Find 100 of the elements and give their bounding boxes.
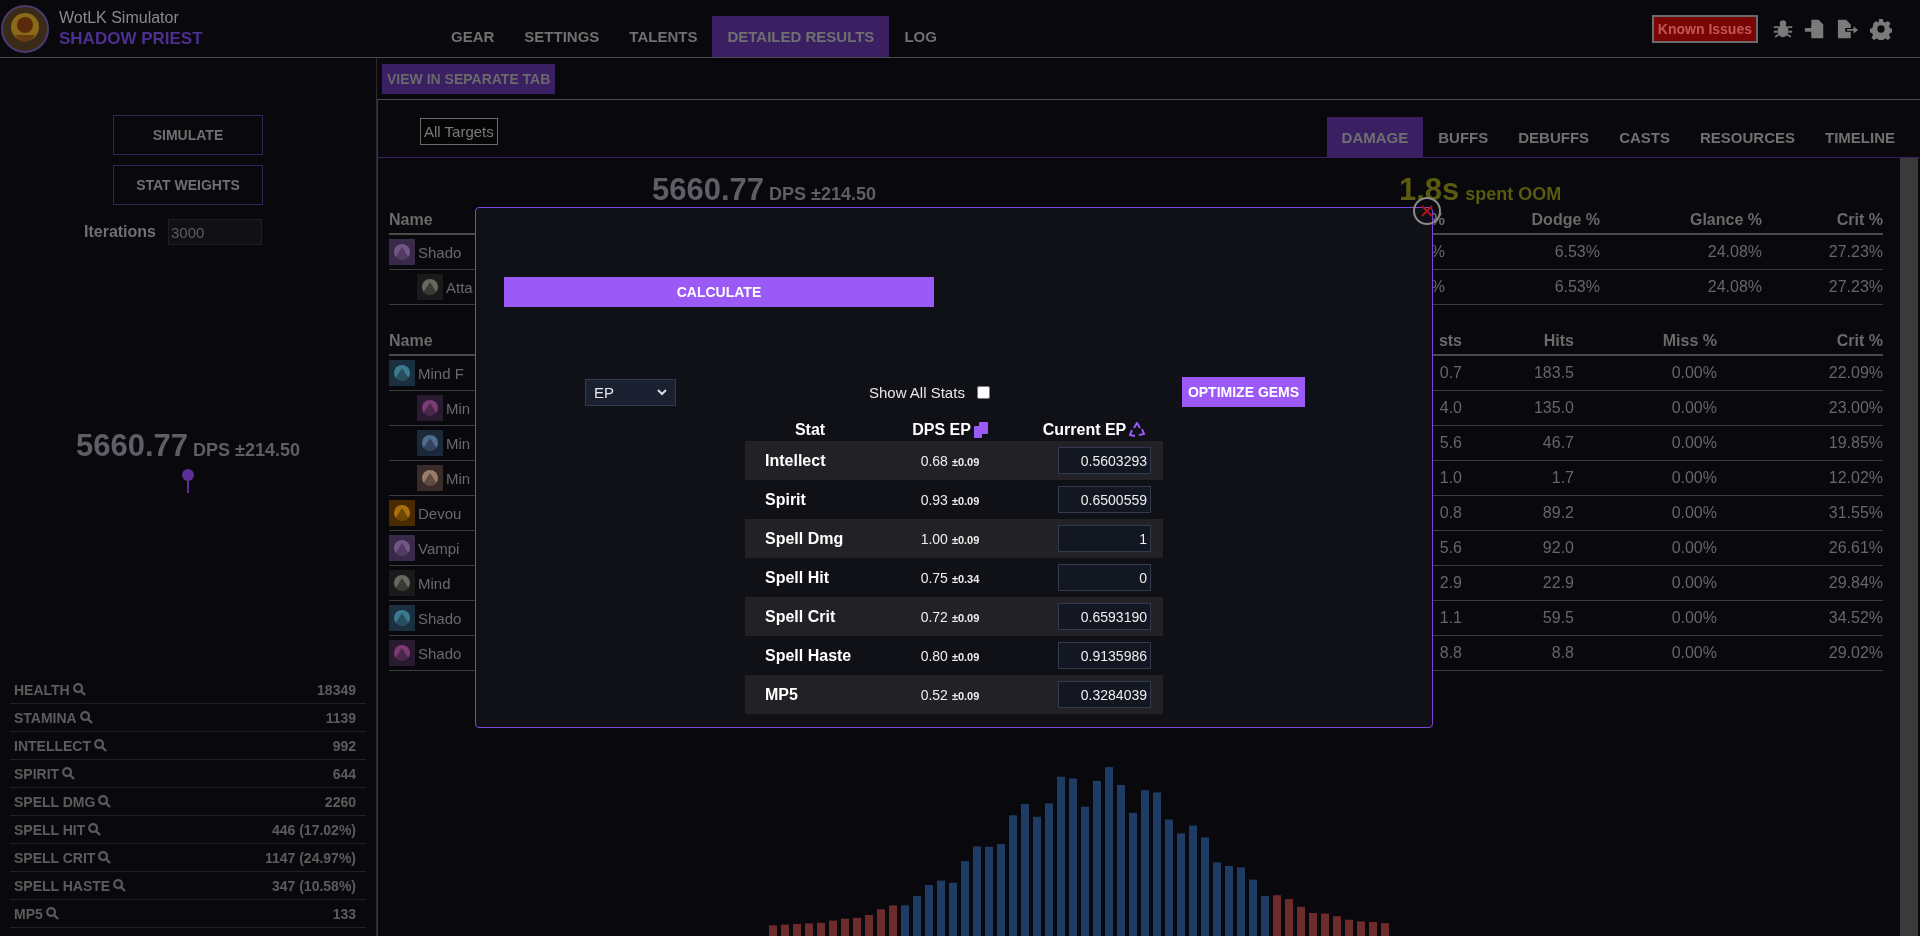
- histogram-bar: [1357, 921, 1365, 936]
- results-tab[interactable]: TIMELINE: [1810, 117, 1910, 157]
- column-header: Stat: [794, 421, 826, 439]
- results-tab[interactable]: DAMAGE: [1326, 117, 1424, 157]
- bug-icon[interactable]: [1772, 17, 1794, 40]
- table-cell-text: 0.00%: [1670, 434, 1717, 452]
- table-cell-text: 0.7: [1438, 364, 1462, 382]
- optimize-gems-button[interactable]: OPTIMIZE GEMS: [1181, 377, 1306, 407]
- current-ep-field[interactable]: 0.3284039: [1058, 681, 1151, 708]
- search-icon[interactable]: [113, 879, 127, 892]
- search-icon[interactable]: [45, 907, 59, 920]
- search-icon[interactable]: [94, 739, 107, 752]
- table-cell-text: 22.09%: [1827, 364, 1883, 382]
- dps-label: DPS ±214.50: [193, 440, 300, 461]
- spell-name: Min: [446, 399, 471, 417]
- table-cell-text: 0.00%: [1670, 574, 1717, 592]
- histogram-bar: [1237, 867, 1245, 936]
- table-cell-text: 5.6: [1438, 434, 1462, 452]
- target-select[interactable]: All Targets: [420, 118, 498, 145]
- column-header: Current EP: [1042, 421, 1127, 439]
- export-icon[interactable]: [1836, 17, 1860, 40]
- histogram-bar: [1297, 906, 1305, 936]
- nav-tab[interactable]: GEAR: [436, 16, 510, 57]
- search-icon[interactable]: [62, 767, 76, 780]
- spell-name: Shado: [418, 644, 462, 662]
- oom-label: spent OOM: [1465, 184, 1562, 205]
- stat-label: SPELL HIT: [14, 821, 86, 838]
- known-issues-button[interactable]: Known Issues: [1651, 14, 1758, 43]
- histogram-bar: [793, 923, 801, 936]
- sidebar-button[interactable]: STAT WEIGHTS: [113, 165, 263, 205]
- table-cell-text: 183.5: [1532, 364, 1574, 382]
- dps-value: 5660.77: [76, 428, 189, 464]
- table-cell-text: 8.8: [1550, 644, 1574, 662]
- results-tab[interactable]: DEBUFFS: [1503, 117, 1605, 157]
- spell-icon: [389, 239, 415, 265]
- current-ep-field[interactable]: 1: [1058, 525, 1151, 552]
- column-header: Dodge %: [1530, 210, 1600, 229]
- results-tab[interactable]: CASTS: [1604, 117, 1685, 157]
- table-cell-text: 92.0: [1541, 539, 1574, 557]
- table-cell-text: 24.08%: [1706, 278, 1762, 296]
- dps-ep-value: 0.75: [920, 569, 948, 586]
- spell-icon: [417, 430, 443, 456]
- table-cell-text: 6.53%: [1553, 278, 1600, 296]
- close-icon: [1420, 204, 1434, 218]
- nav-tab[interactable]: SETTINGS: [509, 16, 615, 57]
- recycle-icon[interactable]: [1129, 422, 1146, 438]
- nav-tab[interactable]: DETAILED RESULTS: [712, 16, 890, 57]
- sidebar-button[interactable]: SIMULATE: [113, 115, 263, 155]
- dps-label: DPS ±214.50: [769, 184, 876, 205]
- dps-ep-error: ±0.09: [951, 533, 980, 546]
- stat-label: Spell Dmg: [764, 529, 845, 548]
- column-header: DPS EP: [912, 421, 971, 439]
- scrollbar[interactable]: [1900, 158, 1918, 936]
- nav-tab[interactable]: TALENTS: [614, 16, 713, 57]
- nav-tab[interactable]: LOG: [889, 16, 952, 57]
- results-tab[interactable]: RESOURCES: [1684, 117, 1810, 157]
- metric-select[interactable]: EP: [585, 378, 676, 406]
- current-ep-field[interactable]: 0.6593190: [1058, 603, 1151, 630]
- search-icon[interactable]: [88, 823, 102, 836]
- copy-icon[interactable]: [973, 422, 988, 438]
- calculate-button[interactable]: CALCULATE: [504, 277, 934, 307]
- show-all-checkbox[interactable]: [976, 385, 990, 399]
- current-ep-field[interactable]: 0.6500559: [1058, 486, 1151, 513]
- spell-name: Devou: [418, 504, 462, 522]
- stat-value: 1139: [325, 709, 356, 726]
- search-icon[interactable]: [79, 711, 93, 724]
- show-all-label: Show All Stats: [869, 383, 965, 401]
- histogram-bar: [1345, 919, 1353, 936]
- histogram-bar: [1273, 895, 1281, 936]
- dps-ep-error: ±0.34: [951, 572, 980, 585]
- results-tab[interactable]: BUFFS: [1423, 117, 1504, 157]
- table-cell-text: 24.08%: [1706, 243, 1762, 261]
- current-ep-field[interactable]: 0.5603293: [1058, 447, 1151, 474]
- dps-ep-value: 1.00: [920, 530, 948, 547]
- column-header: Crit %: [1835, 331, 1883, 350]
- table-cell-text: 12.02%: [1827, 469, 1883, 487]
- current-ep-field[interactable]: 0.9135986: [1058, 642, 1151, 669]
- histogram-bar: [937, 880, 945, 936]
- view-in-tab-button[interactable]: VIEW IN SEPARATE TAB: [382, 64, 556, 94]
- stat-label: Spell Crit: [764, 607, 837, 626]
- table-cell-text: 4.0: [1438, 399, 1462, 417]
- search-icon[interactable]: [98, 851, 112, 864]
- search-icon[interactable]: [98, 795, 112, 808]
- current-ep-field[interactable]: 0: [1058, 564, 1151, 591]
- table-cell-text: 22.9: [1541, 574, 1574, 592]
- histogram-bar: [877, 909, 885, 936]
- settings-icon[interactable]: [1870, 17, 1892, 40]
- search-icon[interactable]: [72, 683, 86, 696]
- stat-value: 2260: [324, 793, 356, 810]
- dps-ep-value: 0.68: [920, 452, 948, 469]
- iterations-field[interactable]: 3000: [168, 219, 262, 245]
- table-cell-text: 6.53%: [1553, 243, 1600, 261]
- histogram-bar: [1285, 899, 1293, 936]
- import-icon[interactable]: [1804, 17, 1826, 40]
- histogram-bar: [1309, 913, 1317, 936]
- dps-ep-value: 0.72: [920, 608, 948, 625]
- column-header: Hits: [1542, 331, 1574, 350]
- histogram-bar: [1261, 895, 1269, 936]
- logo-icon: [1, 4, 49, 53]
- stat-label: SPELL HASTE: [14, 877, 111, 894]
